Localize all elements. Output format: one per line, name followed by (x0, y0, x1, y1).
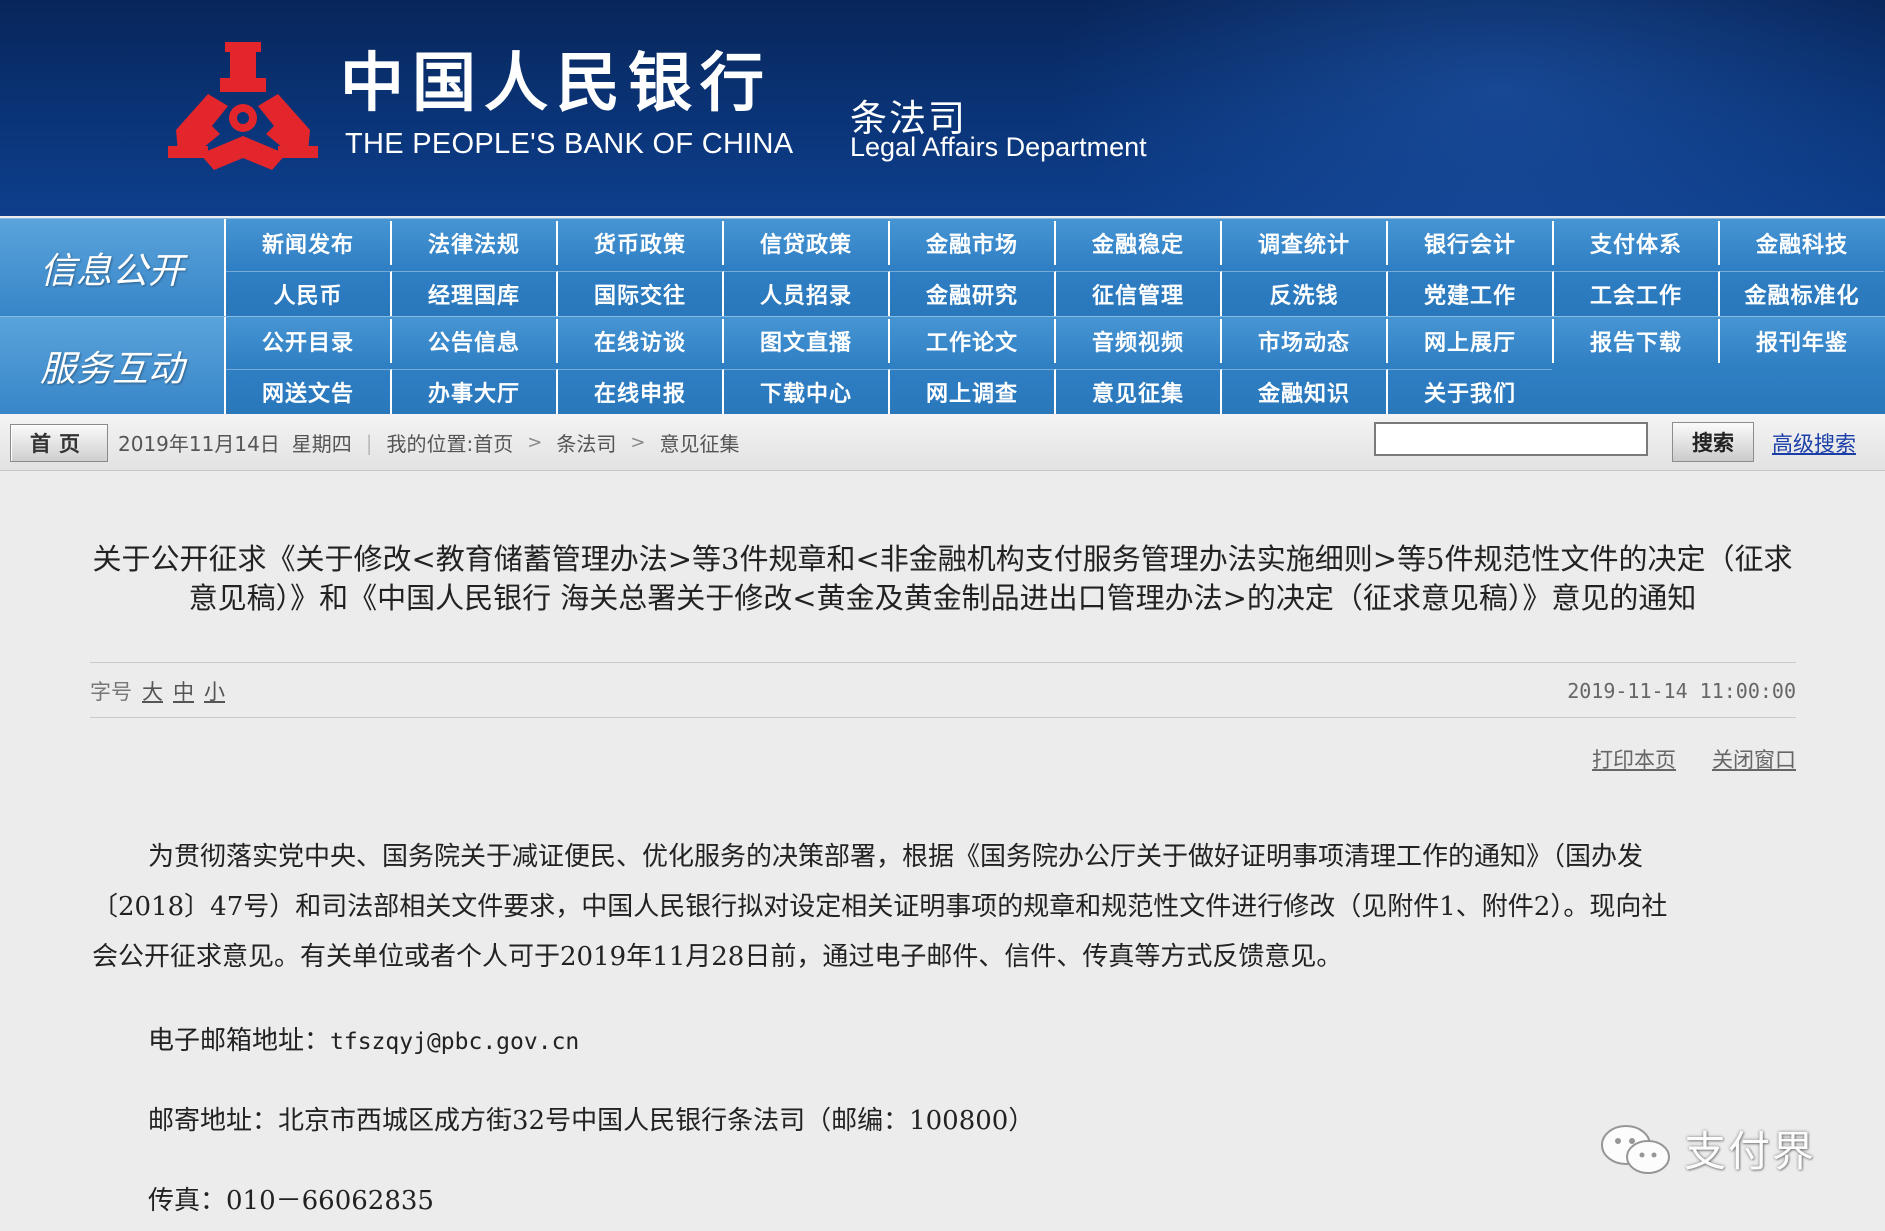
email-line: 电子邮箱地址：tfszqyj@pbc.gov.cn (148, 1020, 579, 1057)
font-size-small-link[interactable]: 小 (204, 676, 225, 706)
nav-item-catalog[interactable]: 公开目录 (226, 319, 392, 363)
nav-item-working-papers[interactable]: 工作论文 (890, 319, 1056, 363)
font-size-large-link[interactable]: 大 (142, 676, 163, 706)
postal-address: 北京市西城区成方街32号中国人民银行条法司（邮编：100800） (278, 1106, 1035, 1136)
postal-label: 邮寄地址： (148, 1106, 279, 1136)
nav-item-statistics[interactable]: 调查统计 (1222, 221, 1388, 265)
nav-item-international[interactable]: 国际交往 (558, 271, 724, 316)
current-weekday: 星期四 (291, 432, 352, 456)
print-page-link[interactable]: 打印本页 (1592, 744, 1676, 774)
postal-address-line: 邮寄地址：北京市西城区成方街32号中国人民银行条法司（邮编：100800） (148, 1100, 1034, 1137)
nav-item-interviews[interactable]: 在线访谈 (558, 319, 724, 363)
chevron-right-icon: > (527, 432, 543, 453)
location-prefix: 我的位置: (386, 432, 474, 456)
search-input[interactable] (1374, 422, 1648, 456)
fax-number: 010－66062835 (226, 1186, 434, 1216)
article-title-line: 意见稿）》和《中国人民银行 海关总署关于修改<黄金及黄金制品进出口管理办法>的决… (188, 581, 1697, 615)
email-label: 电子邮箱地址： (148, 1026, 331, 1056)
nav-item-about-us[interactable]: 关于我们 (1388, 369, 1552, 414)
nav-item-media[interactable]: 音频视频 (1056, 319, 1222, 363)
email-address: tfszqyj@pbc.gov.cn (330, 1029, 580, 1055)
location-bar: 首页 2019年11月14日 星期四 | 我的位置: 首页 > 条法司 > 意见… (0, 414, 1885, 471)
nav-item-download-center[interactable]: 下载中心 (724, 369, 890, 414)
breadcrumb: 2019年11月14日 星期四 | 我的位置: 首页 > 条法司 > 意见征集 (118, 428, 739, 457)
article-tools: 打印本页 关闭窗口 (1592, 744, 1796, 774)
breadcrumb-department[interactable]: 条法司 (556, 428, 616, 457)
pboc-emblem-icon (168, 42, 318, 170)
nav-item-service-hall[interactable]: 办事大厅 (392, 369, 558, 414)
divider: | (365, 430, 373, 455)
nav-item-notices[interactable]: 网送文告 (226, 369, 392, 414)
header-banner: 中国人民银行 THE PEOPLE'S BANK OF CHINA 条法司 Le… (0, 0, 1885, 216)
nav-group-service-interaction: 服务互动 公开目录 公告信息 在线访谈 图文直播 工作论文 音频视频 市场动态 … (0, 316, 1885, 415)
nav-item-laws[interactable]: 法律法规 (392, 221, 558, 265)
nav-item-party-building[interactable]: 党建工作 (1388, 271, 1554, 316)
nav-item-news[interactable]: 新闻发布 (226, 221, 392, 265)
nav-item-opinion-solicitation[interactable]: 意见征集 (1056, 369, 1222, 414)
nav-item-announcements[interactable]: 公告信息 (392, 319, 558, 363)
nav-item-live[interactable]: 图文直播 (724, 319, 890, 363)
nav-row: 网送文告 办事大厅 在线申报 下载中心 网上调查 意见征集 金融知识 关于我们 (226, 369, 1552, 417)
nav-item-financial-knowledge[interactable]: 金融知识 (1222, 369, 1388, 414)
article-title: 关于公开征求《关于修改<教育储蓄管理办法>等3件规章和<非金融机构支付服务管理办… (0, 540, 1885, 618)
nav-section-label: 服务互动 (0, 317, 226, 415)
nav-item-online-exhibition[interactable]: 网上展厅 (1388, 319, 1554, 363)
wechat-icon (1601, 1124, 1670, 1174)
home-button[interactable]: 首页 (10, 424, 108, 462)
nav-item-payment-system[interactable]: 支付体系 (1554, 221, 1720, 265)
nav-item-credit-reference[interactable]: 征信管理 (1056, 271, 1222, 316)
nav-item-financial-stability[interactable]: 金融稳定 (1056, 221, 1222, 265)
nav-item-financial-market[interactable]: 金融市场 (890, 221, 1056, 265)
nav-item-yearbooks[interactable]: 报刊年鉴 (1720, 319, 1884, 363)
bank-name-cn: 中国人民银行 (340, 46, 772, 121)
nav-item-standardization[interactable]: 金融标准化 (1720, 271, 1884, 316)
department-name-en: Legal Affairs Department (850, 132, 1147, 162)
breadcrumb-home[interactable]: 首页 (473, 428, 513, 457)
nav-item-credit-policy[interactable]: 信贷政策 (724, 221, 890, 265)
nav-item-online-filing[interactable]: 在线申报 (558, 369, 724, 414)
divider (90, 717, 1796, 718)
nav-section-label: 信息公开 (0, 219, 226, 317)
advanced-search-link[interactable]: 高级搜索 (1772, 428, 1856, 458)
nav-item-union[interactable]: 工会工作 (1554, 271, 1720, 316)
nav-item-rmb[interactable]: 人民币 (226, 271, 392, 316)
bank-name-en: THE PEOPLE'S BANK OF CHINA (345, 128, 794, 160)
article-title-line: 关于公开征求《关于修改<教育储蓄管理办法>等3件规章和<非金融机构支付服务管理办… (92, 542, 1793, 576)
font-size-label: 字号 (90, 680, 132, 704)
article-body: 为贯彻落实党中央、国务院关于减证便民、优化服务的决策部署，根据《国务院办公厅关于… (92, 832, 1792, 1216)
nav-item-research[interactable]: 金融研究 (890, 271, 1056, 316)
publish-time: 2019-11-14 11:00:00 (1567, 679, 1796, 703)
nav-item-surveys[interactable]: 网上调查 (890, 369, 1056, 414)
nav-row: 人民币 经理国库 国际交往 人员招录 金融研究 征信管理 反洗钱 党建工作 工会… (226, 271, 1884, 319)
nav-item-anti-money-laundering[interactable]: 反洗钱 (1222, 271, 1388, 316)
nav-row: 公开目录 公告信息 在线访谈 图文直播 工作论文 音频视频 市场动态 网上展厅 … (226, 319, 1884, 367)
watermark-text: 支付界 (1684, 1127, 1817, 1176)
font-size-controls: 字号 大 中 小 (90, 676, 225, 706)
chevron-right-icon: > (630, 432, 646, 453)
close-window-link[interactable]: 关闭窗口 (1712, 744, 1796, 774)
nav-item-bank-accounting[interactable]: 银行会计 (1388, 221, 1554, 265)
nav-item-monetary-policy[interactable]: 货币政策 (558, 221, 724, 265)
body-line: 〔2018〕47号）和司法部相关文件要求，中国人民银行拟对设定相关证明事项的规章… (92, 892, 1668, 922)
body-line: 会公开征求意见。有关单位或者个人可于2019年11月28日前，通过电子邮件、信件… (92, 942, 1343, 972)
body-line: 为贯彻落实党中央、国务院关于减证便民、优化服务的决策部署，根据《国务院办公厅关于… (148, 842, 1644, 872)
breadcrumb-current[interactable]: 意见征集 (659, 428, 739, 457)
nav-group-info-disclosure: 信息公开 新闻发布 法律法规 货币政策 信贷政策 金融市场 金融稳定 调查统计 … (0, 218, 1885, 317)
search-button[interactable]: 搜索 (1672, 422, 1754, 462)
nav-row: 新闻发布 法律法规 货币政策 信贷政策 金融市场 金融稳定 调查统计 银行会计 … (226, 221, 1884, 269)
font-size-medium-link[interactable]: 中 (173, 676, 194, 706)
nav-item-fintech[interactable]: 金融科技 (1720, 221, 1884, 265)
nav-item-recruitment[interactable]: 人员招录 (724, 271, 890, 316)
current-date: 2019年11月14日 (118, 432, 280, 456)
nav-item-report-download[interactable]: 报告下载 (1554, 319, 1720, 363)
divider (90, 662, 1796, 663)
watermark: 支付界 (1598, 1118, 1816, 1179)
fax-line: 传真：010－66062835 (148, 1180, 434, 1217)
fax-label: 传真： (148, 1186, 227, 1216)
banner-glow (1050, 0, 1885, 216)
nav-item-market-news[interactable]: 市场动态 (1222, 319, 1388, 363)
nav-item-treasury[interactable]: 经理国库 (392, 271, 558, 316)
